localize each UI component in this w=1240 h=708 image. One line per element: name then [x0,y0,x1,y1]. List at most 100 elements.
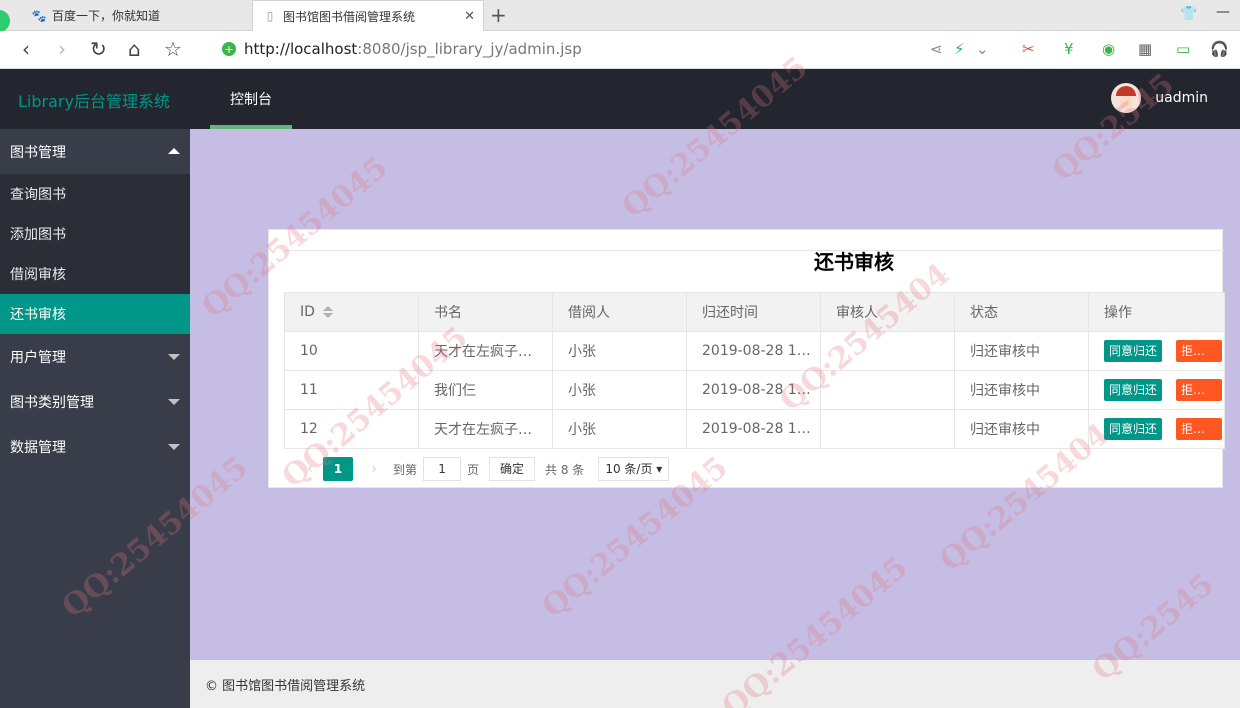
table-row: 10 天才在左疯子… 小张 2019-08-28 1… 归还审核中 同意归还 拒… [284,331,1225,371]
agree-return-button[interactable]: 同意归还 [1104,418,1163,440]
prev-page-icon[interactable]: ‹ [297,461,323,477]
sidebar-group-label: 用户管理 [10,349,66,366]
sidebar-submenu-books: 查询图书 添加图书 借阅审核 还书审核 [0,174,190,334]
chevron-down-icon [168,444,180,450]
table-row: 12 天才在左疯子… 小张 2019-08-28 1… 归还审核中 同意归还 拒… [284,409,1225,449]
reload-icon[interactable]: ↻ [90,37,107,61]
sidebar-group-label: 数据管理 [10,439,66,456]
url-path: :8080/jsp_library_jy/admin.jsp [357,40,582,58]
forward-icon[interactable]: › [58,37,66,61]
goto-page-input[interactable]: 1 [423,457,462,481]
goto-confirm-button[interactable]: 确定 [489,457,536,481]
column-header-label: 书名 [434,305,462,321]
page-icon: ▯ [266,9,274,23]
main-content: 还书审核 ID 书名 借阅人 归还时间 审核人 状态 操作 10 天才在左疯子…… [190,129,1240,660]
sidebar-item-borrow-review[interactable]: 借阅审核 [0,254,190,294]
pagination: ‹ 1 › 到第 1 页 确定 共 8 条 10 条/页 ▾ [297,456,670,482]
sidebar-item-query-books[interactable]: 查询图书 [0,174,190,214]
bolt-icon[interactable]: ⚡ [954,40,965,58]
cell-return-time: 2019-08-28 1… [686,409,821,449]
next-page-icon[interactable]: › [361,461,387,477]
user-menu[interactable]: uadmin [1111,83,1208,113]
sort-icon[interactable] [322,306,333,318]
app-logo[interactable]: Library后台管理系统 [18,88,170,112]
cell-book: 天才在左疯子… [418,409,553,449]
minimize-icon[interactable]: — [1216,4,1230,20]
grid-icon[interactable]: ▦ [1138,40,1152,58]
goto-prefix: 到第 [393,462,418,477]
username: uadmin [1155,90,1208,106]
app-header: Library后台管理系统 控制台 uadmin [0,69,1240,129]
column-header-id[interactable]: ID [284,292,419,332]
browser-tab-title: 百度一下，你就知道 [52,9,161,23]
page-size-select[interactable]: 10 条/页 ▾ [598,457,670,481]
home-icon[interactable]: ⌂ [128,37,141,61]
table-row: 11 我们仨 小张 2019-08-28 1… 归还审核中 同意归还 拒… [284,370,1225,410]
column-header-label: 操作 [1104,305,1132,321]
sidebar-item-label: 添加图书 [10,227,66,243]
cell-actions: 同意归还 拒… [1088,331,1225,371]
column-header-label: 状态 [970,305,998,321]
sidebar-group-categories[interactable]: 图书类别管理 [0,379,190,424]
sidebar-item-label: 查询图书 [10,187,66,203]
back-icon[interactable]: ‹ [22,37,30,61]
cell-actions: 同意归还 拒… [1088,370,1225,410]
avatar [1111,83,1142,113]
address-bar[interactable]: + http://localhost:8080/jsp_library_jy/a… [222,35,1002,63]
sidebar-item-add-book[interactable]: 添加图书 [0,214,190,254]
sidebar-item-label: 还书审核 [10,307,66,323]
star-icon[interactable]: ☆ [164,37,182,61]
sidebar-group-label: 图书类别管理 [10,394,94,411]
nav-console-label: 控制台 [230,92,272,108]
agree-return-button[interactable]: 同意归还 [1104,379,1163,401]
reject-button[interactable]: 拒… [1176,379,1223,401]
new-tab-icon[interactable]: + [490,3,507,27]
footer: © 图书馆图书借阅管理系统 [190,660,1240,708]
shirt-icon[interactable]: 👕 [1180,6,1197,22]
sidebar: 图书管理 查询图书 添加图书 借阅审核 还书审核 用户管理 图书类别管理 数据管… [0,129,190,708]
column-header-return-time: 归还时间 [686,292,821,332]
agree-return-button[interactable]: 同意归还 [1104,340,1163,362]
browser-tab-baidu[interactable]: 🐾 百度一下，你就知道 [22,0,250,31]
column-header-actions: 操作 [1088,292,1225,332]
sidebar-group-data[interactable]: 数据管理 [0,424,190,469]
headphones-icon[interactable]: 🎧 [1210,40,1229,58]
sidebar-item-label: 借阅审核 [10,267,66,283]
chevron-down-icon[interactable]: ⌄ [976,40,989,58]
chevron-down-icon [168,354,180,360]
browser-tab-bar: 🐾 百度一下，你就知道 ▯ 图书馆图书借阅管理系统 ✕ + 👕 — [0,0,1240,32]
column-header-label: 归还时间 [702,305,758,321]
page-number-current[interactable]: 1 [323,457,353,481]
share-icon[interactable]: ⋖ [930,40,943,58]
cell-status: 归还审核中 [954,370,1089,410]
close-icon[interactable]: ✕ [464,9,475,24]
cell-book: 我们仨 [418,370,553,410]
browser-tab-library[interactable]: ▯ 图书馆图书借阅管理系统 ✕ [252,0,484,31]
cell-reviewer [820,370,955,410]
cell-reviewer [820,409,955,449]
reject-button[interactable]: 拒… [1176,340,1223,362]
yen-shield-icon[interactable]: ¥ [1064,40,1074,58]
cell-id: 10 [284,331,419,371]
column-header-borrower: 借阅人 [552,292,687,332]
cell-reviewer [820,331,955,371]
cell-book: 天才在左疯子… [418,331,553,371]
sidebar-item-return-review[interactable]: 还书审核 [0,294,190,334]
scissors-icon[interactable]: ✂ [1022,40,1035,58]
battery-icon[interactable]: ▭ [1176,40,1190,58]
sidebar-group-users[interactable]: 用户管理 [0,334,190,379]
browser-status-dot [0,10,10,32]
column-header-label: 审核人 [836,305,878,321]
column-header-status: 状态 [954,292,1089,332]
reject-button[interactable]: 拒… [1176,418,1223,440]
cell-id: 12 [284,409,419,449]
cell-borrower: 小张 [552,331,687,371]
nav-console[interactable]: 控制台 [210,69,292,129]
return-review-table: ID 书名 借阅人 归还时间 审核人 状态 操作 10 天才在左疯子… 小张 2… [284,292,1225,449]
chat-icon[interactable]: ◉ [1102,40,1115,58]
cell-id: 11 [284,370,419,410]
sidebar-group-books[interactable]: 图书管理 [0,129,190,174]
browser-tab-title: 图书馆图书借阅管理系统 [283,9,416,24]
cell-borrower: 小张 [552,370,687,410]
cell-status: 归还审核中 [954,331,1089,371]
